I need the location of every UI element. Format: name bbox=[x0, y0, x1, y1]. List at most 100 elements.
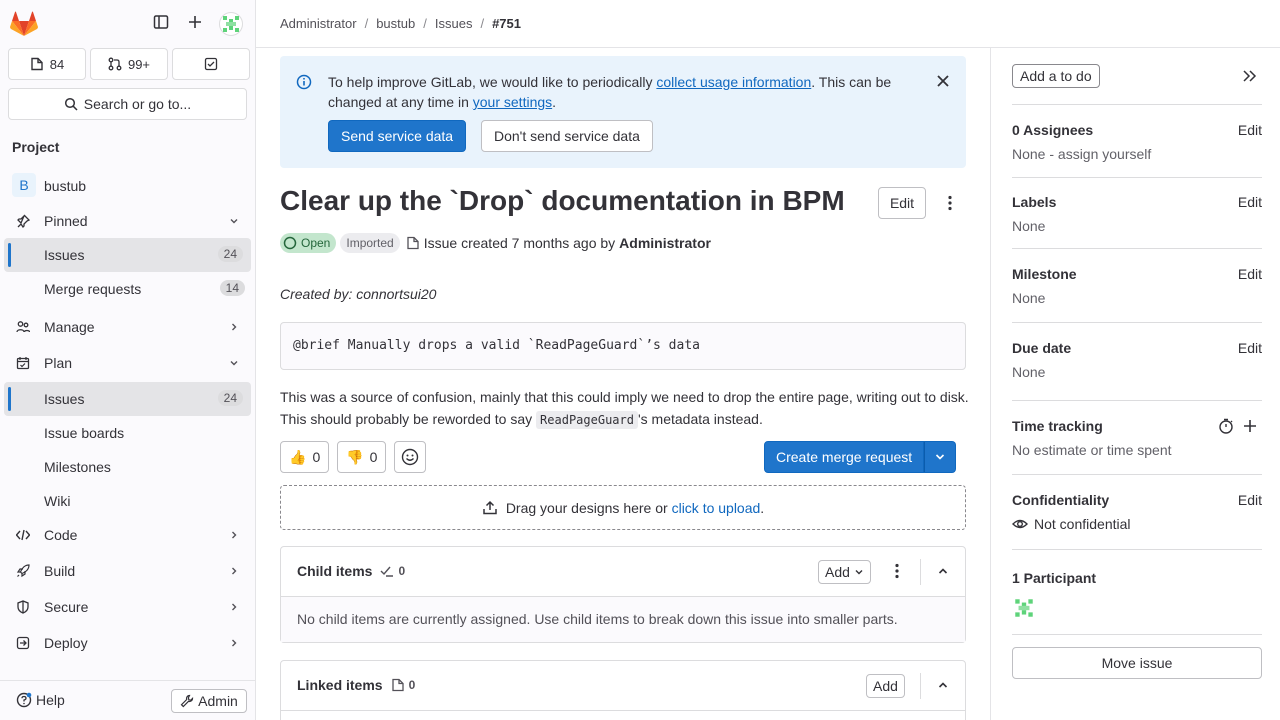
sidebar-item-project[interactable]: B bustub bbox=[0, 168, 255, 204]
upload-label: Drag your designs here or bbox=[505, 499, 672, 516]
more-actions-icon[interactable] bbox=[942, 195, 958, 211]
settings-link[interactable]: your settings bbox=[473, 94, 552, 110]
chevron-right-icon bbox=[229, 322, 239, 332]
design-upload-dropzone[interactable]: Drag your designs here or click to uploa… bbox=[280, 485, 966, 530]
sidebar-item-secure[interactable]: Secure bbox=[0, 590, 255, 624]
sidebar-item-code[interactable]: Code bbox=[0, 518, 255, 552]
send-service-data-button[interactable]: Send service data bbox=[328, 120, 467, 152]
collect-usage-link[interactable]: collect usage information bbox=[656, 74, 811, 90]
upload-icon bbox=[482, 500, 498, 516]
thumbs-up-count: 0 bbox=[312, 449, 321, 465]
add-child-button[interactable]: Add bbox=[818, 560, 871, 584]
create-merge-request-group: Create merge request bbox=[764, 441, 957, 473]
chevron-up-icon[interactable] bbox=[937, 679, 949, 691]
edit-milestone-link[interactable]: Edit bbox=[1238, 266, 1262, 282]
add-reaction-button[interactable] bbox=[394, 441, 427, 473]
time-tracking-value: No estimate or time spent bbox=[1012, 442, 1172, 458]
code-block: @brief Manually drops a valid `ReadPageG… bbox=[280, 322, 966, 370]
admin-button[interactable]: Admin bbox=[171, 689, 247, 713]
smiley-icon bbox=[401, 448, 419, 466]
breadcrumb-item[interactable]: bustub bbox=[376, 16, 415, 31]
sidebar-item-milestones[interactable]: Milestones bbox=[0, 450, 255, 484]
chevron-right-icon bbox=[229, 602, 239, 612]
assignees-label: 0 Assignees bbox=[1012, 122, 1094, 138]
breadcrumb-item[interactable]: Administrator bbox=[280, 16, 357, 31]
thumbs-down-button[interactable]: 👎 0 bbox=[337, 441, 387, 473]
rocket-icon bbox=[16, 564, 30, 578]
assigned-issues-button[interactable]: 84 bbox=[8, 48, 86, 80]
sidebar-item-plan[interactable]: Plan bbox=[0, 346, 255, 380]
deploy-icon bbox=[16, 636, 30, 650]
usage-alert: To help improve GitLab, we would like to… bbox=[280, 56, 966, 168]
participant-avatar[interactable] bbox=[1012, 596, 1036, 620]
edit-assignees-link[interactable]: Edit bbox=[1238, 122, 1262, 138]
edit-labels-link[interactable]: Edit bbox=[1238, 194, 1262, 210]
help-button[interactable]: Help bbox=[16, 692, 65, 708]
sidebar-item-label: Milestones bbox=[44, 459, 111, 475]
count-value: 0 bbox=[398, 564, 406, 578]
plus-icon[interactable] bbox=[187, 14, 203, 30]
plus-icon[interactable] bbox=[1242, 418, 1258, 434]
move-issue-button[interactable]: Move issue bbox=[1012, 647, 1262, 679]
question-icon bbox=[16, 692, 32, 708]
collapse-sidebar-icon[interactable] bbox=[1241, 68, 1257, 84]
info-icon bbox=[296, 74, 312, 90]
breadcrumb-separator: / bbox=[364, 16, 369, 31]
sidebar-item-wiki[interactable]: Wiki bbox=[0, 484, 255, 518]
chevron-right-icon bbox=[229, 566, 239, 576]
widget-title-label: Linked items bbox=[297, 677, 383, 693]
linked-items-header: Linked items 0 Add bbox=[281, 661, 965, 711]
eye-icon bbox=[1012, 516, 1028, 532]
breadcrumb-item[interactable]: Issues bbox=[435, 16, 473, 31]
thumbs-up-button[interactable]: 👍 0 bbox=[280, 441, 330, 473]
click-to-upload-link[interactable]: click to upload bbox=[672, 500, 761, 516]
sidebar-item-pinned-issues[interactable]: Issues 24 bbox=[4, 238, 251, 272]
sidebar-item-pinned-merge-requests[interactable]: Merge requests 14 bbox=[0, 272, 255, 306]
help-label: Help bbox=[36, 692, 65, 708]
edit-title-button[interactable]: Edit bbox=[878, 187, 926, 219]
add-linked-button[interactable]: Add bbox=[866, 674, 905, 698]
assignees-value[interactable]: None - assign yourself bbox=[1012, 146, 1262, 162]
build-label: Build bbox=[44, 563, 76, 579]
dont-send-service-data-button[interactable]: Don't send service data bbox=[481, 120, 653, 152]
sidebar-item-issue-boards[interactable]: Issue boards bbox=[0, 416, 255, 450]
description-paragraph: This was a source of confusion, mainly t… bbox=[280, 386, 970, 431]
deploy-label: Deploy bbox=[44, 635, 88, 651]
sidebar-toggle-icon[interactable] bbox=[153, 14, 169, 30]
sidebar-item-deploy[interactable]: Deploy bbox=[0, 626, 255, 660]
merge-request-options-button[interactable] bbox=[924, 441, 957, 473]
todos-button[interactable] bbox=[172, 48, 250, 80]
count-badge: 24 bbox=[217, 390, 243, 406]
create-merge-request-button[interactable]: Create merge request bbox=[764, 441, 925, 473]
more-actions-icon[interactable] bbox=[889, 563, 905, 579]
issues-icon bbox=[391, 678, 405, 692]
status-badge: Open bbox=[280, 233, 337, 253]
author-link[interactable]: Administrator bbox=[619, 235, 711, 251]
chevron-down-icon bbox=[229, 358, 239, 368]
child-items-empty: No child items are currently assigned. U… bbox=[281, 597, 965, 642]
add-todo-button[interactable]: Add a to do bbox=[1012, 64, 1100, 88]
chevron-right-icon bbox=[229, 638, 239, 648]
users-icon bbox=[16, 320, 30, 334]
sidebar-item-build[interactable]: Build bbox=[0, 554, 255, 588]
secure-label: Secure bbox=[44, 599, 89, 615]
right-sidebar: Add a to do 0 Assignees Edit None - assi… bbox=[990, 48, 1280, 720]
sidebar-item-plan-issues[interactable]: Issues 24 bbox=[4, 382, 251, 416]
sidebar-item-manage[interactable]: Manage bbox=[0, 310, 255, 344]
user-avatar[interactable] bbox=[219, 12, 243, 36]
gitlab-logo-icon[interactable] bbox=[10, 11, 38, 37]
sidebar-item-pinned[interactable]: Pinned bbox=[0, 204, 255, 238]
breadcrumb-current[interactable]: #751 bbox=[492, 16, 521, 31]
plan-label: Plan bbox=[44, 355, 73, 371]
edit-due-date-link[interactable]: Edit bbox=[1238, 340, 1262, 356]
labels-block: Labels Edit None bbox=[1012, 178, 1262, 249]
merge-requests-button[interactable]: 99+ bbox=[90, 48, 168, 80]
project-name: bustub bbox=[44, 178, 87, 194]
close-icon[interactable] bbox=[936, 74, 950, 88]
timer-icon[interactable] bbox=[1218, 418, 1234, 434]
pin-icon bbox=[16, 214, 30, 228]
created-by-text: Created by: connortsui20 bbox=[280, 286, 437, 302]
chevron-up-icon[interactable] bbox=[937, 565, 949, 577]
search-button[interactable]: Search or go to... bbox=[8, 88, 247, 120]
edit-confidentiality-link[interactable]: Edit bbox=[1238, 492, 1262, 508]
